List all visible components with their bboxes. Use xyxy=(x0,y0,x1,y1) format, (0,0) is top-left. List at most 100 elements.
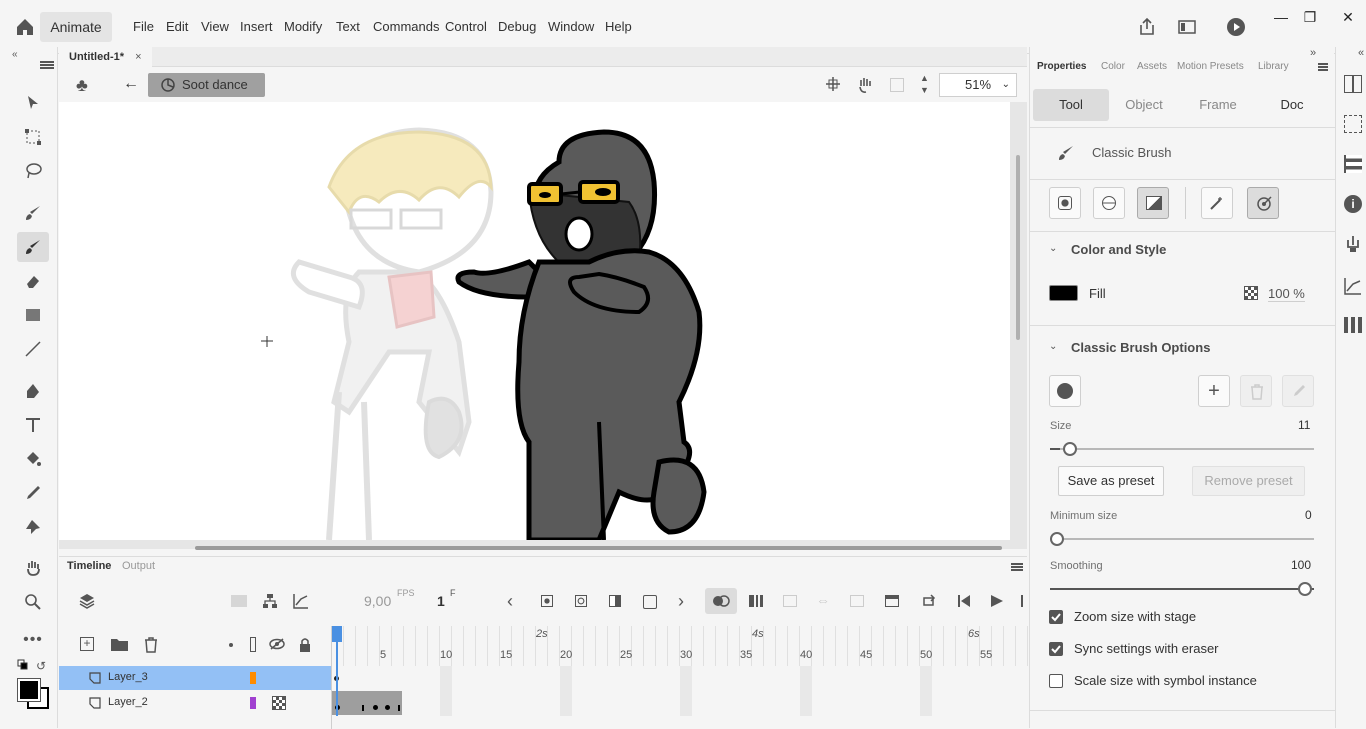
insert-blank-keyframe-icon[interactable] xyxy=(575,595,587,607)
smoothing-knob[interactable] xyxy=(1298,582,1312,596)
menu-view[interactable]: View xyxy=(201,19,229,34)
layers-icon[interactable] xyxy=(79,593,95,609)
remove-preset-button[interactable]: Remove preset xyxy=(1192,466,1305,496)
keyframe[interactable] xyxy=(373,705,378,710)
menu-insert[interactable]: Insert xyxy=(240,19,273,34)
fps-value[interactable]: 9,00 xyxy=(364,593,391,609)
tab-color[interactable]: Color xyxy=(1101,61,1125,72)
play-icon[interactable] xyxy=(991,595,1003,607)
size-value[interactable]: 11 xyxy=(1298,418,1310,432)
line-tool-icon[interactable] xyxy=(17,334,49,364)
menu-window[interactable]: Window xyxy=(548,19,594,34)
brush-shape-button[interactable] xyxy=(1049,375,1081,407)
eyedropper-tool-icon[interactable] xyxy=(17,478,49,508)
segment-doc[interactable]: Doc xyxy=(1254,89,1330,121)
layer-parenting-icon[interactable] xyxy=(262,593,278,609)
sync-eraser-checkbox[interactable] xyxy=(1049,642,1063,656)
frames-area[interactable]: 2s 4s 6s 5 10 15 20 25 30 35 40 45 50 55 xyxy=(331,626,1028,729)
menu-control[interactable]: Control xyxy=(445,19,487,34)
minimize-button[interactable]: — xyxy=(1267,8,1295,26)
min-size-value[interactable]: 0 xyxy=(1305,508,1312,522)
eraser-tool-icon[interactable] xyxy=(17,266,49,296)
home-icon[interactable] xyxy=(14,16,36,38)
min-size-knob[interactable] xyxy=(1050,532,1064,546)
tilt-button[interactable] xyxy=(1247,187,1279,219)
stroke-color-swatch[interactable] xyxy=(17,678,41,702)
back-arrow-icon[interactable]: ← xyxy=(123,75,139,93)
test-movie-icon[interactable] xyxy=(1226,17,1246,37)
segment-frame[interactable]: Frame xyxy=(1180,89,1256,121)
insert-frame-icon[interactable] xyxy=(609,595,621,607)
zoom-tool-icon[interactable] xyxy=(17,587,49,617)
insert-keyframe-icon[interactable] xyxy=(541,595,553,607)
tab-output[interactable]: Output xyxy=(122,560,155,572)
swap-colors-icon[interactable] xyxy=(17,659,29,671)
document-tab[interactable]: Untitled-1* × xyxy=(59,47,152,67)
tab-timeline[interactable]: Timeline xyxy=(67,560,111,572)
onion-skin-button[interactable] xyxy=(705,588,737,614)
menu-text[interactable]: Text xyxy=(336,19,360,34)
sync-eraser-label[interactable]: Sync settings with eraser xyxy=(1074,641,1219,656)
prev-keyframe-icon[interactable]: ‹ xyxy=(507,591,513,612)
tween-icon[interactable] xyxy=(885,595,899,607)
layer-2-frames[interactable] xyxy=(332,691,402,715)
workspace-icon[interactable] xyxy=(1178,18,1196,36)
layer-row-layer-2[interactable]: Layer_2 xyxy=(59,691,331,715)
layer-name[interactable]: Layer_2 xyxy=(108,696,148,708)
delete-layer-icon[interactable] xyxy=(144,637,158,653)
zoom-stepper-icon[interactable]: ▲ ▼ xyxy=(920,72,929,96)
rotate-stage-icon[interactable] xyxy=(856,76,874,94)
menu-debug[interactable]: Debug xyxy=(498,19,536,34)
share-icon[interactable] xyxy=(1137,17,1157,37)
keyframe[interactable] xyxy=(385,705,390,710)
new-folder-icon[interactable] xyxy=(111,638,128,651)
classic-brush-tool-icon[interactable] xyxy=(17,232,49,262)
outline-color-icon[interactable] xyxy=(272,696,286,710)
close-window-button[interactable]: ✕ xyxy=(1334,8,1362,26)
edit-brush-button[interactable] xyxy=(1282,375,1314,407)
collapse-right-icon[interactable]: » xyxy=(1310,47,1316,59)
fill-swatch[interactable] xyxy=(1049,285,1078,301)
chevron-down-icon[interactable]: ⌄ xyxy=(1049,341,1057,352)
stage-horizontal-scrollbar[interactable] xyxy=(195,546,1002,550)
delete-frame-icon[interactable] xyxy=(643,595,657,609)
size-slider[interactable] xyxy=(1050,448,1314,450)
components-icon[interactable] xyxy=(1344,235,1362,253)
segment-tool[interactable]: Tool xyxy=(1033,89,1109,121)
panel-menu-icon[interactable] xyxy=(1318,63,1328,65)
segment-object[interactable]: Object xyxy=(1106,89,1182,121)
graph-icon[interactable] xyxy=(293,593,309,609)
motion-editor-icon[interactable] xyxy=(1344,277,1362,295)
smoothing-slider[interactable] xyxy=(1050,588,1314,590)
scene-icon[interactable]: ♣ xyxy=(76,76,88,94)
layer-row-layer-3[interactable]: Layer_3 xyxy=(59,666,331,690)
zoom-size-label[interactable]: Zoom size with stage xyxy=(1074,609,1196,624)
pressure-button[interactable] xyxy=(1201,187,1233,219)
sync-icon[interactable] xyxy=(783,595,797,607)
tools-menu-icon[interactable] xyxy=(40,61,54,63)
pen-tool-icon[interactable] xyxy=(17,376,49,406)
delete-brush-button[interactable] xyxy=(1240,375,1272,407)
align-panel-icon[interactable] xyxy=(1344,75,1362,93)
layer-name[interactable]: Layer_3 xyxy=(108,671,148,683)
scene-breadcrumb[interactable]: Soot dance xyxy=(148,73,265,97)
expand-panels-icon[interactable]: « xyxy=(1358,47,1364,59)
transform-panel-icon[interactable] xyxy=(1344,115,1362,133)
loop-icon[interactable]: ⇔ xyxy=(816,592,830,608)
menu-modify[interactable]: Modify xyxy=(284,19,322,34)
zoom-field[interactable]: 51% ⌄ xyxy=(939,73,1017,97)
menu-edit[interactable]: Edit xyxy=(166,19,188,34)
stage[interactable] xyxy=(59,102,1010,540)
tab-motion-presets[interactable]: Motion Presets xyxy=(1177,61,1244,72)
step-forward-icon[interactable] xyxy=(1021,595,1023,607)
paint-bucket-tool-icon[interactable] xyxy=(17,444,49,474)
keyframe[interactable] xyxy=(362,705,364,711)
stage-vertical-scrollbar[interactable] xyxy=(1016,155,1020,340)
lock-layers-icon[interactable] xyxy=(299,637,311,652)
loop-playback-icon[interactable] xyxy=(921,594,937,608)
lock-fill-button[interactable] xyxy=(1137,187,1169,219)
keyframe[interactable] xyxy=(398,705,400,711)
brush-mode-behind-button[interactable] xyxy=(1093,187,1125,219)
brush-options-title[interactable]: Classic Brush Options xyxy=(1071,340,1210,355)
text-tool-icon[interactable] xyxy=(17,410,49,440)
